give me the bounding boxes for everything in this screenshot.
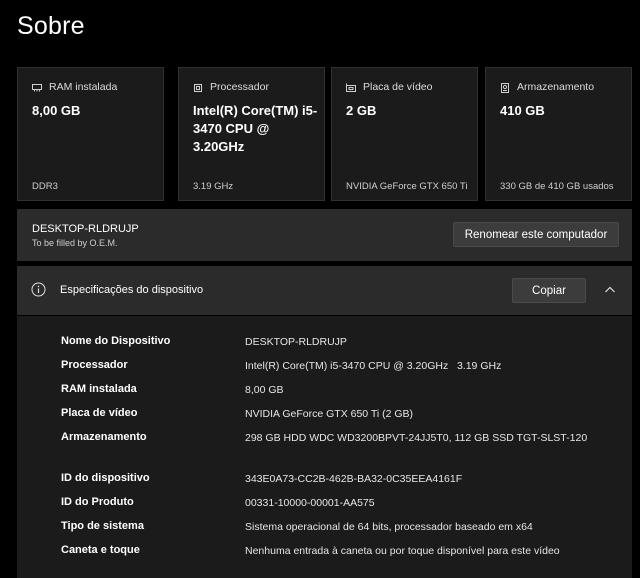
- card-title: RAM instalada: [49, 81, 118, 93]
- card-value: 2 GB: [346, 103, 377, 118]
- device-specs-list: Nome do Dispositivo DESKTOP-RLDRUJP Proc…: [17, 316, 632, 578]
- copy-button[interactable]: Copiar: [512, 278, 586, 303]
- card-processor: Processador Intel(R) Core(TM) i5-3470 CP…: [178, 67, 325, 201]
- spec-value[interactable]: Sistema operacional de 64 bits, processa…: [245, 520, 589, 535]
- graphics-card-icon: [346, 83, 356, 92]
- spec-value[interactable]: 343E0A73-CC2B-462B-BA32-0C35EEA4161F: [245, 472, 589, 487]
- spec-value[interactable]: Intel(R) Core(TM) i5-3470 CPU @ 3.20GHz …: [245, 359, 589, 374]
- card-subtitle: 330 GB de 410 GB usados: [500, 181, 614, 192]
- device-specs-header[interactable]: Especificações do dispositivo Copiar: [17, 266, 632, 315]
- spec-label: Placa de vídeo: [61, 407, 138, 419]
- spec-label: Processador: [61, 359, 128, 371]
- chevron-up-icon[interactable]: [603, 283, 617, 297]
- spec-value[interactable]: 8,00 GB: [245, 383, 589, 398]
- spec-label: RAM instalada: [61, 383, 137, 395]
- card-value: 8,00 GB: [32, 103, 81, 118]
- spec-value[interactable]: DESKTOP-RLDRUJP: [245, 335, 589, 350]
- card-title: Armazenamento: [517, 81, 595, 93]
- rename-computer-button[interactable]: Renomear este computador: [453, 222, 619, 247]
- card-header: RAM instalada: [32, 81, 117, 93]
- info-icon: [31, 282, 46, 297]
- ram-icon: [32, 83, 42, 92]
- spec-value[interactable]: 00331-10000-00001-AA575: [245, 496, 589, 511]
- card-subtitle: 3.19 GHz: [193, 181, 234, 192]
- device-name: DESKTOP-RLDRUJP: [32, 223, 139, 235]
- card-title: Placa de vídeo: [363, 81, 433, 93]
- card-ram: RAM instalada 8,00 GB DDR3: [17, 67, 164, 201]
- device-oem: To be filled by O.E.M.: [32, 238, 118, 248]
- spec-label: Nome do Dispositivo: [61, 335, 171, 347]
- device-specs-title: Especificações do dispositivo: [60, 284, 204, 296]
- card-subtitle: DDR3: [32, 181, 58, 192]
- spec-label: ID do dispositivo: [61, 472, 150, 484]
- spec-value[interactable]: Nenhuma entrada à caneta ou por toque di…: [245, 544, 589, 559]
- card-storage: Armazenamento 410 GB 330 GB de 410 GB us…: [485, 67, 632, 201]
- device-name-panel: DESKTOP-RLDRUJP To be filled by O.E.M. R…: [17, 209, 632, 261]
- spec-label: Tipo de sistema: [61, 520, 144, 532]
- processor-icon: [193, 83, 203, 92]
- card-subtitle: NVIDIA GeForce GTX 650 Ti: [346, 181, 468, 192]
- card-header: Processador: [193, 81, 269, 93]
- spec-value[interactable]: NVIDIA GeForce GTX 650 Ti (2 GB): [245, 407, 589, 422]
- spec-label: ID do Produto: [61, 496, 134, 508]
- card-value: Intel(R) Core(TM) i5-3470 CPU @ 3.20GHz: [193, 103, 318, 154]
- card-graphics: Placa de vídeo 2 GB NVIDIA GeForce GTX 6…: [331, 67, 478, 201]
- spec-value[interactable]: 298 GB HDD WDC WD3200BPVT-24JJ5T0, 112 G…: [245, 431, 589, 446]
- hardware-summary-cards: RAM instalada 8,00 GB DDR3 Processador I…: [17, 67, 633, 201]
- spec-label: Armazenamento: [61, 431, 147, 443]
- storage-icon: [500, 82, 510, 93]
- card-header: Armazenamento: [500, 81, 594, 93]
- card-title: Processador: [210, 81, 269, 93]
- page-title: Sobre: [17, 12, 85, 40]
- card-header: Placa de vídeo: [346, 81, 432, 93]
- card-value: 410 GB: [500, 103, 545, 118]
- spec-label: Caneta e toque: [61, 544, 140, 556]
